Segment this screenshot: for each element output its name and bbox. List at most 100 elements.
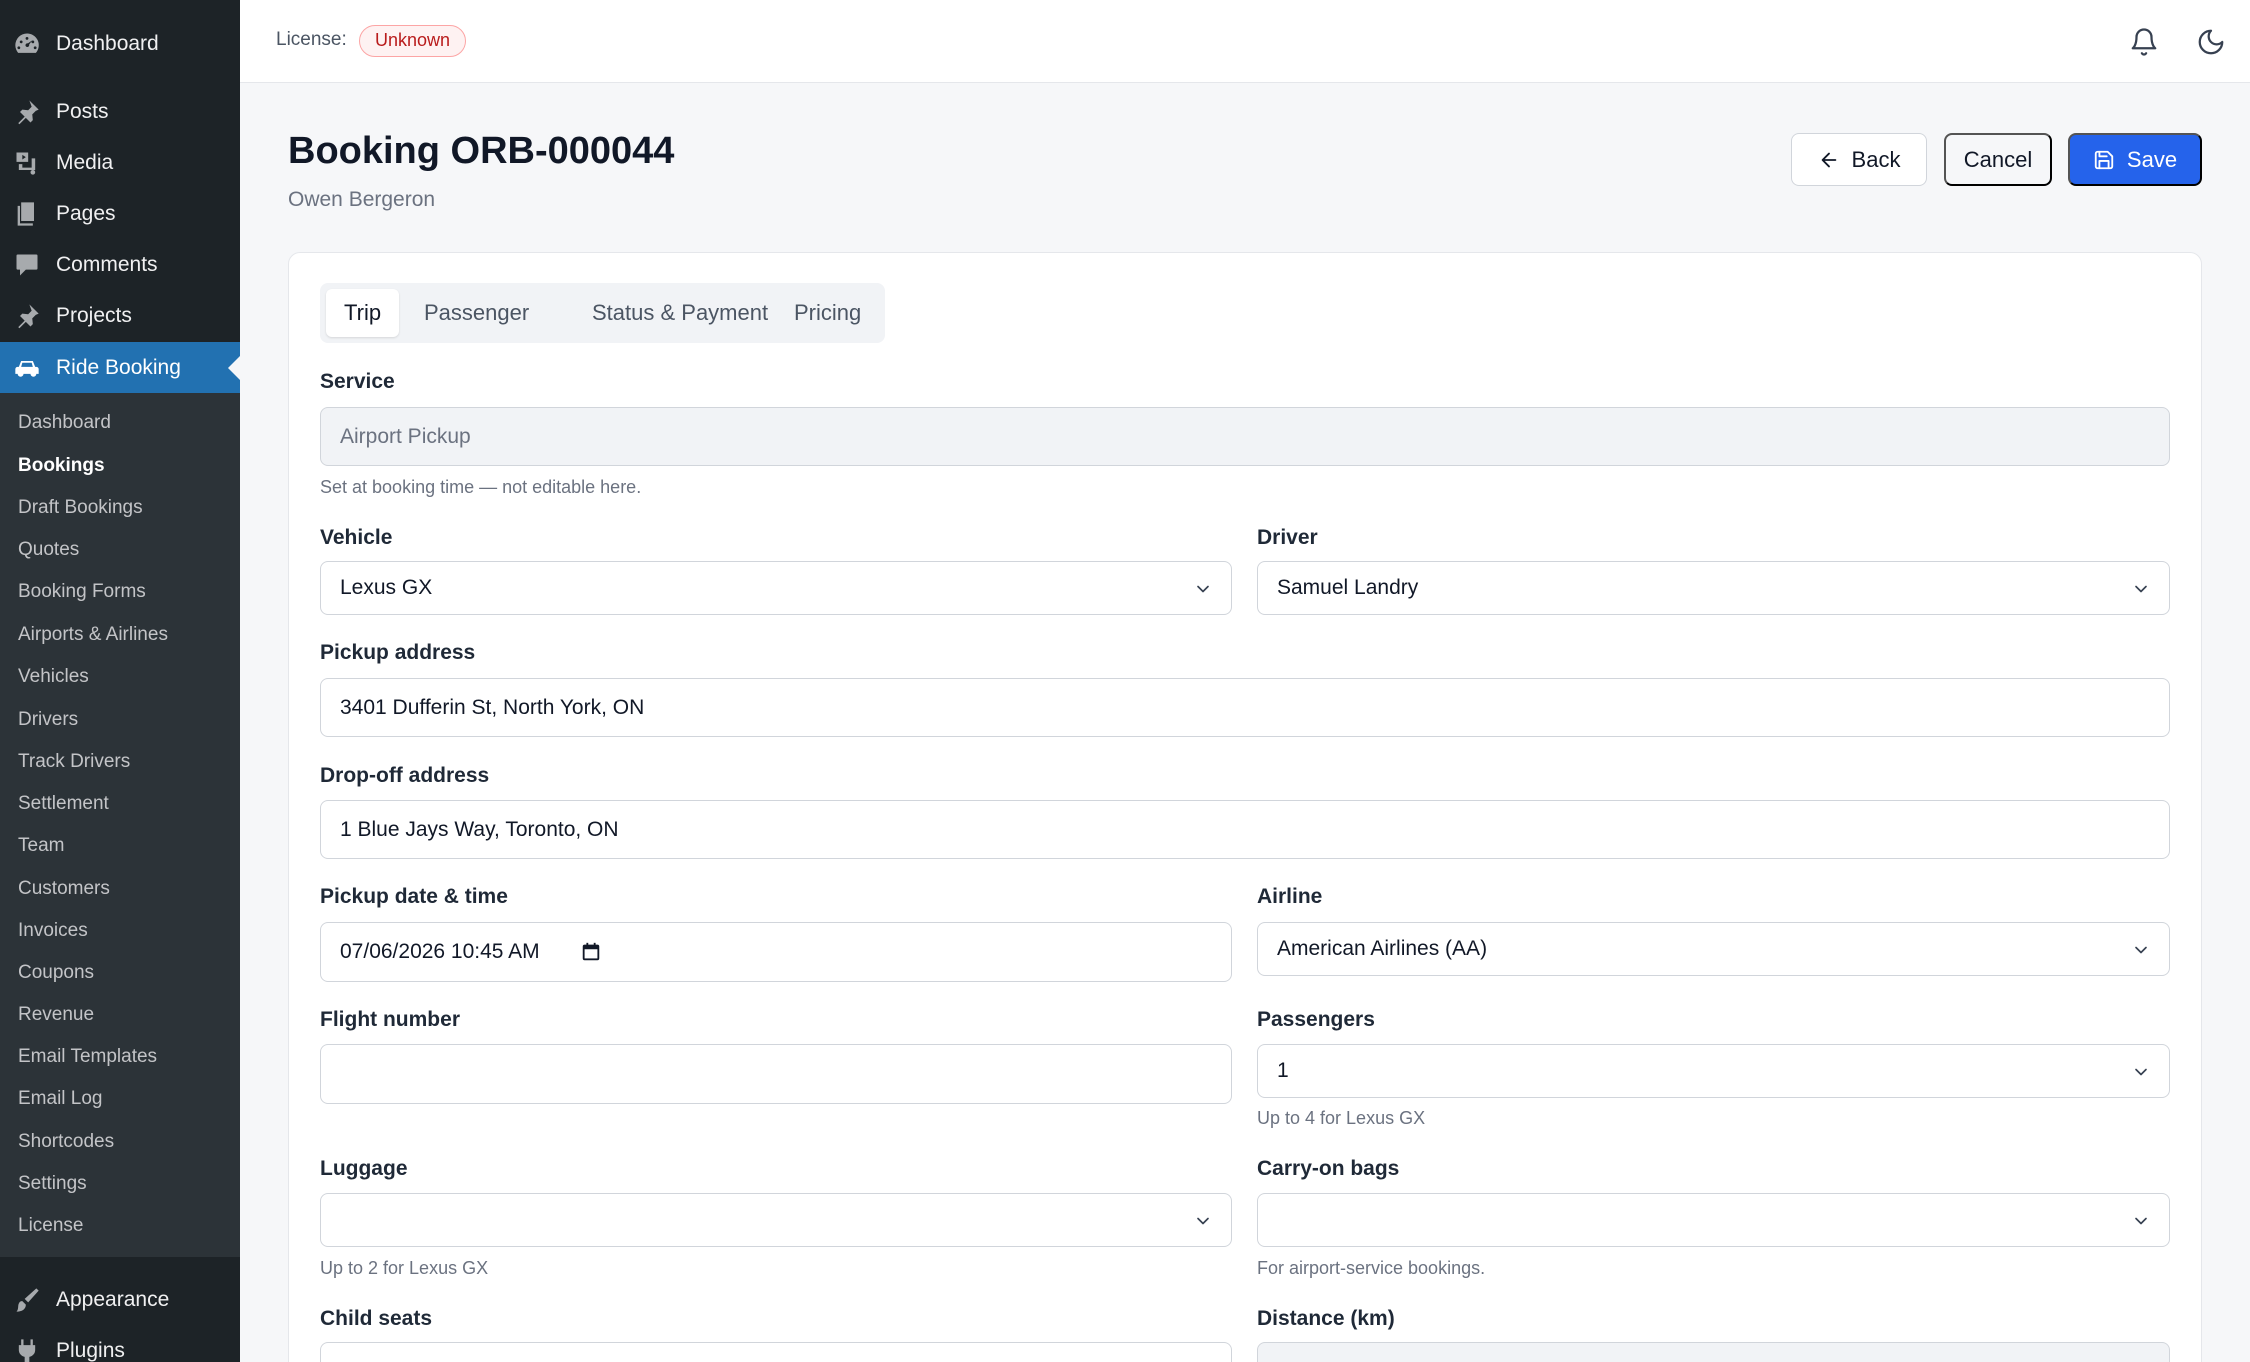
submenu-license[interactable]: License (18, 1211, 84, 1241)
license-status-badge: Unknown (359, 25, 467, 57)
tab-pricing[interactable]: Pricing (776, 289, 879, 337)
luggage-select[interactable] (320, 1193, 1232, 1247)
carry-on-hint: For airport-service bookings. (1257, 1258, 1486, 1278)
menu-media[interactable]: Media (0, 137, 240, 188)
menu-comments[interactable]: Comments (0, 239, 240, 290)
tab-status-payment[interactable]: Status & Payment (574, 289, 786, 337)
submenu-track-drivers[interactable]: Track Drivers (18, 747, 130, 777)
service-field: Airport Pickup (320, 407, 2170, 466)
flight-number-input[interactable] (320, 1044, 1232, 1104)
dropoff-address-value: 1 Blue Jays Way, Toronto, ON (340, 817, 619, 841)
save-button[interactable]: Save (2068, 133, 2202, 186)
tab-trip[interactable]: Trip (326, 289, 400, 337)
submenu-quotes[interactable]: Quotes (18, 535, 79, 565)
page-title: Booking ORB-000044 (288, 130, 675, 172)
driver-label: Driver (1257, 526, 1318, 549)
top-bar: License: Unknown (240, 0, 2250, 83)
chevron-down-icon (2131, 1062, 2151, 1082)
menu-label: Media (56, 150, 114, 174)
pickup-address-value: 3401 Dufferin St, North York, ON (340, 695, 645, 719)
menu-label: Dashboard (56, 31, 159, 55)
distance-field (1257, 1342, 2170, 1362)
dropoff-address-label: Drop-off address (320, 764, 490, 787)
passengers-select[interactable]: 1 (1257, 1044, 2170, 1098)
submenu-email-templates[interactable]: Email Templates (18, 1042, 157, 1072)
submenu-coupons[interactable]: Coupons (18, 958, 94, 988)
menu-pages[interactable]: Pages (0, 188, 240, 239)
pin-icon (12, 301, 42, 331)
menu-appearance[interactable]: Appearance (0, 1274, 240, 1325)
submenu-airports-airlines[interactable]: Airports & Airlines (18, 620, 168, 650)
passengers-hint: Up to 4 for Lexus GX (1257, 1108, 1426, 1128)
airline-value: American Airlines (AA) (1277, 937, 1488, 960)
service-hint: Set at booking time — not editable here. (320, 477, 642, 497)
submenu-email-log[interactable]: Email Log (18, 1084, 103, 1114)
menu-label: Ride Booking (56, 355, 181, 379)
menu-dashboard[interactable]: Dashboard (0, 18, 240, 69)
submenu-dashboard[interactable]: Dashboard (18, 408, 111, 438)
child-seats-label: Child seats (320, 1307, 433, 1330)
submenu-booking-forms[interactable]: Booking Forms (18, 577, 146, 607)
submenu-vehicles[interactable]: Vehicles (18, 662, 89, 692)
moon-icon[interactable] (2191, 22, 2231, 62)
car-icon (12, 353, 42, 383)
dropoff-address-input[interactable]: 1 Blue Jays Way, Toronto, ON (320, 800, 2170, 859)
arrow-left-icon (1821, 152, 1836, 167)
menu-posts[interactable]: Posts (0, 86, 240, 137)
cancel-button[interactable]: Cancel (1944, 133, 2052, 186)
pages-icon (12, 199, 42, 229)
submenu-settlement[interactable]: Settlement (18, 789, 109, 819)
submenu-customers[interactable]: Customers (18, 874, 110, 904)
license-label: License: (276, 29, 347, 50)
airline-select[interactable]: American Airlines (AA) (1257, 922, 2170, 976)
menu-label: Posts (56, 99, 109, 123)
vehicle-select[interactable]: Lexus GX (320, 561, 1232, 615)
submenu-revenue[interactable]: Revenue (18, 1000, 94, 1030)
submenu-shortcodes[interactable]: Shortcodes (18, 1127, 114, 1157)
menu-projects[interactable]: Projects (0, 290, 240, 341)
passengers-value: 1 (1277, 1059, 1289, 1082)
chevron-down-icon (1193, 1211, 1213, 1231)
carry-on-select[interactable] (1257, 1193, 2170, 1247)
carry-on-label: Carry-on bags (1257, 1157, 1400, 1180)
customer-name: Owen Bergeron (288, 188, 436, 211)
dashboard-icon (12, 29, 42, 59)
distance-label: Distance (km) (1257, 1307, 1395, 1330)
child-seats-select[interactable] (320, 1342, 1232, 1362)
vehicle-value: Lexus GX (340, 576, 433, 599)
pickup-address-label: Pickup address (320, 641, 476, 664)
submenu-team[interactable]: Team (18, 831, 64, 861)
service-value: Airport Pickup (340, 424, 471, 448)
menu-ride-booking[interactable]: Ride Booking (0, 342, 240, 393)
flight-number-label: Flight number (320, 1008, 460, 1031)
back-button[interactable]: Back (1791, 133, 1927, 186)
pickup-datetime-value: 07/06/2026 10:45 AM (340, 940, 540, 963)
pickup-datetime-label: Pickup date & time (320, 885, 508, 908)
service-label: Service (320, 370, 395, 393)
form-tabs: Trip Passenger Status & Payment Pricing (320, 283, 885, 343)
menu-plugins[interactable]: Plugins (0, 1325, 240, 1362)
pickup-address-input[interactable]: 3401 Dufferin St, North York, ON (320, 678, 2170, 737)
menu-label: Plugins (56, 1338, 125, 1362)
back-label: Back (1851, 146, 1901, 172)
driver-value: Samuel Landry (1277, 576, 1419, 599)
submenu-draft-bookings[interactable]: Draft Bookings (18, 493, 143, 523)
menu-label: Pages (56, 201, 116, 225)
pickup-datetime-input[interactable]: 07/06/2026 10:45 AM (320, 922, 1232, 982)
menu-label: Appearance (56, 1287, 170, 1311)
driver-select[interactable]: Samuel Landry (1257, 561, 2170, 615)
menu-label: Projects (56, 303, 132, 327)
pin-icon (12, 97, 42, 127)
submenu-invoices[interactable]: Invoices (18, 916, 88, 946)
submenu-bookings[interactable]: Bookings (18, 451, 105, 481)
bell-icon[interactable] (2124, 22, 2164, 62)
calendar-icon[interactable] (580, 941, 602, 963)
tab-passenger[interactable]: Passenger (406, 289, 547, 337)
save-icon (2094, 150, 2114, 169)
submenu-drivers[interactable]: Drivers (18, 705, 78, 735)
chevron-down-icon (2131, 1211, 2151, 1231)
cancel-label: Cancel (1963, 146, 2033, 172)
menu-label: Comments (56, 252, 158, 276)
submenu-settings[interactable]: Settings (18, 1169, 87, 1199)
chevron-down-icon (2131, 579, 2151, 599)
